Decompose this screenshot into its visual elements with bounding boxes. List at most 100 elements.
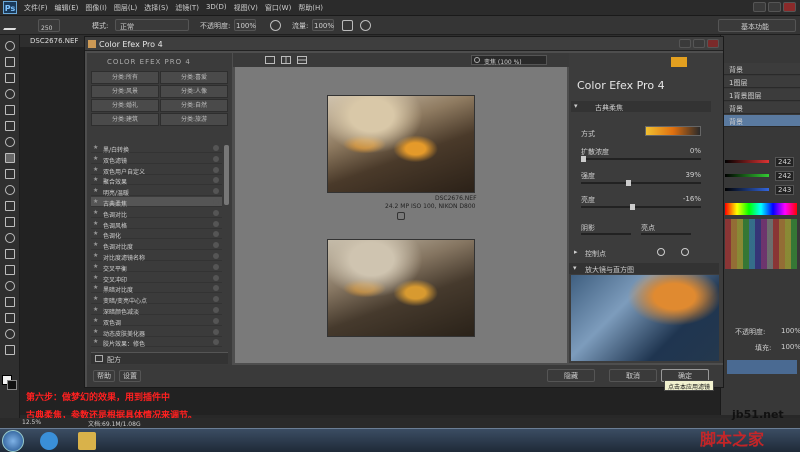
dodge-tool-icon[interactable] [5,249,15,259]
setting-slider-track[interactable] [581,182,701,184]
type-tool-icon[interactable] [5,281,15,291]
move-tool-icon[interactable] [5,41,15,51]
filter-preview-icon[interactable] [213,274,219,281]
category-button[interactable]: 分类:旅游 [160,113,228,126]
layer-opacity-value[interactable]: 100% [781,327,800,335]
favorite-star-icon[interactable]: ★ [93,252,98,259]
menu-item[interactable]: 选择(S) [144,3,168,15]
favorite-star-icon[interactable]: ★ [93,306,98,313]
color-channel-row[interactable]: 242 [721,169,800,182]
pressure-size-icon[interactable] [360,20,371,31]
favorite-star-icon[interactable]: ★ [93,317,98,324]
close-button[interactable] [783,2,796,12]
help-button[interactable]: 帮助 [93,370,115,382]
filter-preview-icon[interactable] [213,209,219,216]
filter-preview-icon[interactable] [213,296,219,303]
control-points-row[interactable]: ▸ 控制点 [571,247,711,258]
menu-item[interactable]: 窗口(W) [265,3,291,15]
setting-slider-track[interactable] [581,158,701,160]
flow-input[interactable]: 100% [312,19,334,31]
workspace-switcher[interactable]: 基本功能 [718,19,796,32]
zoom-tool-icon[interactable] [5,345,15,355]
settings-button[interactable]: 设置 [119,370,141,382]
filter-item[interactable]: ★ 色调对比度 [91,240,222,251]
healing-tool-icon[interactable] [5,137,15,147]
color-channel-row[interactable]: 242 [721,155,800,168]
menu-item[interactable]: 编辑(E) [55,3,79,15]
remove-control-point-icon[interactable] [681,248,689,256]
filter-item[interactable]: ★ 交叉冲印 [91,273,222,284]
filter-item[interactable]: ★ 双色调 [91,316,222,327]
favorite-star-icon[interactable]: ★ [93,230,98,237]
background-color-swatch[interactable] [7,380,17,390]
compare-icon[interactable] [397,212,405,220]
favorite-star-icon[interactable]: ★ [93,187,98,194]
setting-slider-handle[interactable] [629,204,635,210]
favorite-star-icon[interactable]: ★ [93,209,98,216]
color-channel-value[interactable]: 242 [775,157,795,167]
filter-preview-icon[interactable] [213,220,219,227]
layer-row[interactable]: 1图层 [721,76,800,88]
ie-taskbar-icon[interactable] [40,432,58,450]
hand-tool-icon[interactable] [5,329,15,339]
filter-preview-icon[interactable] [213,307,219,313]
pressure-opacity-icon[interactable] [270,20,281,31]
menu-item[interactable]: 图像(I) [85,3,107,15]
menu-item[interactable]: 3D(D) [206,3,227,15]
history-brush-tool-icon[interactable] [5,185,15,195]
menu-item[interactable]: 帮助(H) [298,3,323,15]
favorite-star-icon[interactable]: ★ [93,166,98,173]
lasso-tool-icon[interactable] [5,73,15,83]
layer-row[interactable]: 背景 [721,115,800,127]
recipes-tab[interactable]: 配方 [91,352,228,364]
setting-slider-row[interactable]: 扩散浓度 0% [569,145,719,167]
setting-slider-handle[interactable] [626,180,632,186]
filter-item[interactable]: ★ 动态皮肤美化器 [91,327,222,338]
filter-preview-icon[interactable] [213,242,219,249]
color-channel-value[interactable]: 242 [775,171,795,181]
loupe-header[interactable]: ▾ 放大镜与直方图 [569,263,719,274]
filter-preview-icon[interactable] [213,285,219,292]
method-select[interactable] [645,126,701,136]
start-button[interactable] [2,430,24,452]
filter-preview-icon[interactable] [213,145,219,151]
category-button[interactable]: 分类:自然 [160,99,228,112]
menu-item[interactable]: 滤镜(T) [175,3,199,15]
favorite-star-icon[interactable]: ★ [93,338,98,345]
color-channel-slider[interactable] [725,160,769,163]
pen-tool-icon[interactable] [5,265,15,275]
filter-preview-icon[interactable] [213,177,219,184]
dialog-maximize-button[interactable] [693,39,705,48]
category-button[interactable]: 分类:所有 [91,71,159,84]
zoom-select[interactable]: 变焦 (100 %) [471,55,547,66]
setting-slider-value[interactable]: 0% [690,147,701,155]
color-channel-slider[interactable] [725,188,769,191]
layer-row[interactable]: 背景 [721,63,800,75]
category-button[interactable]: 分类:婚礼 [91,99,159,112]
marquee-tool-icon[interactable] [5,57,15,67]
path-select-tool-icon[interactable] [5,297,15,307]
eyedropper-tool-icon[interactable] [5,121,15,131]
airbrush-icon[interactable] [342,20,353,31]
favorite-star-icon[interactable]: ★ [93,144,98,151]
favorite-star-icon[interactable]: ★ [93,241,98,248]
filter-item[interactable]: ★ 交叉平衡 [91,262,222,273]
setting-slider-row[interactable]: 亮度 -16% [569,193,719,215]
filter-item[interactable]: ★ 明亮/温暖 [91,186,222,197]
brush-size-picker[interactable]: 250 [38,19,60,32]
highlights-slider[interactable] [641,233,691,235]
filter-item[interactable]: ★ 变暗/变亮中心点 [91,294,222,305]
filter-item[interactable]: ★ 古典柔焦 [91,197,222,208]
filter-preview-icon[interactable] [213,188,219,195]
filter-item[interactable]: ★ 色调风格 [91,219,222,230]
menu-item[interactable]: 图层(L) [114,3,137,15]
add-control-point-icon[interactable] [657,248,665,256]
category-button[interactable]: 分类:人像 [160,85,228,98]
shape-tool-icon[interactable] [5,313,15,323]
category-button[interactable]: 分类:建筑 [91,113,159,126]
gradient-tool-icon[interactable] [5,217,15,227]
favorite-star-icon[interactable]: ★ [93,295,98,302]
layer-row[interactable]: 1背景图层 [721,89,800,101]
maximize-button[interactable] [768,2,781,12]
swatch-grid[interactable] [725,219,797,269]
